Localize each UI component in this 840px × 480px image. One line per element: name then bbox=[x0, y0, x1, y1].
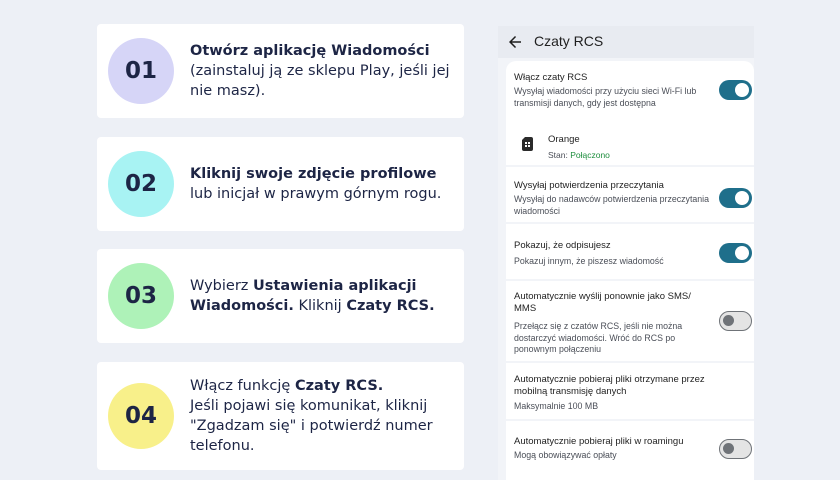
step-card-2: 02 Kliknij swoje zdjęcie profilowe lub i… bbox=[97, 137, 464, 231]
step-card-1: 01 Otwórz aplikację Wiadomości (zainstal… bbox=[97, 24, 464, 118]
setting-subtitle: Mogą obowiązywać opłaty bbox=[514, 450, 617, 460]
step-plain-text: Wybierz bbox=[190, 278, 253, 294]
step-text: Otwórz aplikację Wiadomości (zainstaluj … bbox=[190, 41, 454, 101]
step-plain-text: Jeśli pojawi się komunikat, kliknij "Zga… bbox=[190, 398, 433, 454]
settings-group-rcs: Włącz czaty RCS Wysyłaj wiadomości przy … bbox=[506, 61, 754, 165]
step-plain-text: lub inicjał w prawym górnym rogu. bbox=[190, 186, 442, 202]
step-number-badge: 03 bbox=[108, 263, 174, 329]
setting-auto-download-mobile[interactable]: Automatycznie pobieraj pliki otrzymane p… bbox=[514, 374, 724, 413]
setting-auto-download-roaming[interactable]: Automatycznie pobieraj pliki w roamingu … bbox=[514, 436, 710, 462]
step-plain-text: Włącz funkcję bbox=[190, 378, 295, 394]
step-number-badge: 02 bbox=[108, 151, 174, 217]
sim-status: Orange Stan: Połączono bbox=[548, 134, 744, 162]
step-text: Włącz funkcję Czaty RCS. Jeśli pojawi się… bbox=[190, 376, 454, 456]
sim-connection-status: Stan: Połączono bbox=[548, 150, 744, 162]
step-card-3: 03 Wybierz Ustawienia aplikacji Wiadomoś… bbox=[97, 249, 464, 343]
setting-enable-rcs[interactable]: Włącz czaty RCS Wysyłaj wiadomości przy … bbox=[514, 72, 710, 109]
setting-title: Włącz czaty RCS bbox=[514, 72, 588, 83]
step-bold-text: Kliknij swoje zdjęcie profilowe bbox=[190, 166, 437, 182]
sim-card-icon bbox=[522, 137, 533, 151]
app-bar: Czaty RCS bbox=[498, 26, 754, 58]
setting-title: Pokazuj, że odpisujesz bbox=[514, 240, 611, 251]
settings-group-auto-download: Automatycznie pobieraj pliki otrzymane p… bbox=[506, 363, 754, 419]
setting-resend-sms[interactable]: Automatycznie wyślij ponownie jako SMS/ … bbox=[514, 291, 710, 356]
enable-rcs-toggle[interactable] bbox=[719, 80, 752, 100]
step-text: Kliknij swoje zdjęcie profilowe lub inic… bbox=[190, 164, 454, 204]
setting-title: Automatycznie pobieraj pliki w roamingu bbox=[514, 436, 684, 447]
settings-group-read-receipts: Wysyłaj potwierdzenia przeczytania Wysył… bbox=[506, 167, 754, 222]
step-bold-text: Czaty RCS. bbox=[294, 378, 384, 394]
setting-subtitle: Pokazuj innym, że piszesz wiadomość bbox=[514, 256, 664, 266]
screen-title: Czaty RCS bbox=[534, 33, 604, 49]
setting-subtitle: Wysyłaj wiadomości przy użyciu sieci Wi-… bbox=[514, 86, 697, 108]
setting-read-receipts[interactable]: Wysyłaj potwierdzenia przeczytania Wysył… bbox=[514, 180, 710, 217]
status-value: Połączono bbox=[570, 150, 610, 160]
back-arrow-icon[interactable] bbox=[506, 33, 524, 51]
setting-title: Wysyłaj potwierdzenia przeczytania bbox=[514, 180, 664, 191]
step-bold-text: Otwórz aplikację Wiadomości bbox=[190, 43, 430, 59]
setting-title: Automatycznie pobieraj pliki otrzymane p… bbox=[514, 374, 705, 397]
settings-group-typing: Pokazuj, że odpisujesz Pokazuj innym, że… bbox=[506, 224, 754, 279]
step-number-badge: 04 bbox=[108, 383, 174, 449]
read-receipts-toggle[interactable] bbox=[719, 188, 752, 208]
roaming-download-toggle[interactable] bbox=[719, 439, 752, 459]
status-label: Stan: bbox=[548, 150, 571, 160]
typing-indicator-toggle[interactable] bbox=[719, 243, 752, 263]
step-text: Wybierz Ustawienia aplikacji Wiadomości.… bbox=[190, 276, 454, 316]
step-bold-text: Czaty RCS. bbox=[346, 298, 435, 314]
resend-sms-toggle[interactable] bbox=[719, 311, 752, 331]
sim-name: Orange bbox=[548, 134, 580, 145]
setting-subtitle: Wysyłaj do nadawców potwierdzenia przecz… bbox=[514, 194, 710, 216]
setting-typing-indicator[interactable]: Pokazuj, że odpisujesz Pokazuj innym, że… bbox=[514, 240, 710, 268]
settings-group-roaming: Automatycznie pobieraj pliki w roamingu … bbox=[506, 421, 754, 480]
step-card-4: 04 Włącz funkcję Czaty RCS. Jeśli pojawi … bbox=[97, 362, 464, 470]
step-plain-text: (zainstaluj ją ze sklepu Play, jeśli jej… bbox=[190, 63, 450, 99]
setting-subtitle: Maksymalnie 100 MB bbox=[514, 401, 599, 411]
setting-title: Automatycznie wyślij ponownie jako SMS/ … bbox=[514, 291, 691, 314]
step-number-badge: 01 bbox=[108, 38, 174, 104]
setting-subtitle: Przełącz się z czatów RCS, jeśli nie moż… bbox=[514, 321, 683, 354]
rcs-settings-screen: Czaty RCS Włącz czaty RCS Wysyłaj wiadom… bbox=[498, 26, 754, 480]
settings-group-resend: Automatycznie wyślij ponownie jako SMS/ … bbox=[506, 281, 754, 361]
step-plain-text: Kliknij bbox=[293, 298, 347, 314]
